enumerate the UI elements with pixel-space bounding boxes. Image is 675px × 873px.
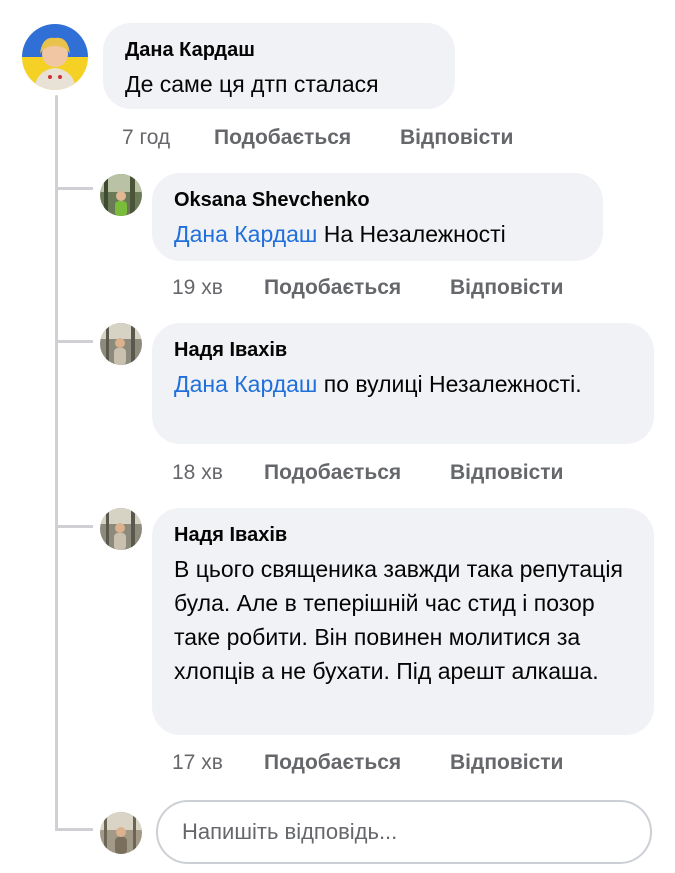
like-button[interactable]: Подобається [264,460,450,486]
reply-text-body: В цього священика завжди така репутація … [174,556,623,684]
reply-text: В цього священика завжди така репутація … [174,552,632,688]
avatar[interactable] [100,174,142,216]
comment-text: Де саме ця дтп сталася [125,71,379,97]
reply-button[interactable]: Відповісти [450,750,563,776]
reply-author[interactable]: Надя Івахів [174,522,632,548]
reply-bubble: Надя Івахів В цього священика завжди так… [152,508,654,735]
reply-input[interactable] [180,818,650,846]
reply-actions: 18 хв Подобається Відповісти [172,460,563,486]
reply-author[interactable]: Oksana Shevchenko [174,187,581,213]
avatar[interactable] [100,508,142,550]
avatar[interactable] [100,323,142,365]
thread-connector-1 [55,187,93,190]
like-button[interactable]: Подобається [264,275,450,301]
reply-button[interactable]: Відповісти [450,460,563,486]
reply-text-body: На Незалежності [317,221,506,247]
comment-actions: 7 год Подобається Відповісти [122,125,513,151]
reply-text: Дана Кардаш На Незалежності [174,217,581,251]
mention-link[interactable]: Дана Кардаш [174,371,317,397]
reply-time[interactable]: 19 хв [172,275,264,301]
thread-line-vertical [55,95,58,830]
like-button[interactable]: Подобається [214,125,400,151]
thread-connector-3 [55,525,93,528]
reply-text: Дана Кардаш по вулиці Незалежності. [174,367,632,401]
reply-input-box[interactable] [156,800,652,864]
avatar[interactable] [22,24,88,90]
current-user-avatar [100,812,142,854]
reply-time[interactable]: 17 хв [172,750,264,776]
reply-bubble: Надя Івахів Дана Кардаш по вулиці Незале… [152,323,654,444]
reply-button[interactable]: Відповісти [450,275,563,301]
like-button[interactable]: Подобається [264,750,450,776]
reply-button[interactable]: Відповісти [400,125,513,151]
thread-connector-2 [55,340,93,343]
thread-connector-4 [55,828,93,831]
reply-actions: 19 хв Подобається Відповісти [172,275,563,301]
reply-time[interactable]: 18 хв [172,460,264,486]
comment-author[interactable]: Дана Кардаш [125,37,433,63]
reply-text-body: по вулиці Незалежності. [317,371,582,397]
reply-actions: 17 хв Подобається Відповісти [172,750,563,776]
reply-bubble: Oksana Shevchenko Дана Кардаш На Незалеж… [152,173,603,261]
comment-bubble: Дана Кардаш Де саме ця дтп сталася [103,23,455,109]
reply-author[interactable]: Надя Івахів [174,337,632,363]
comment-time[interactable]: 7 год [122,125,214,151]
mention-link[interactable]: Дана Кардаш [174,221,317,247]
